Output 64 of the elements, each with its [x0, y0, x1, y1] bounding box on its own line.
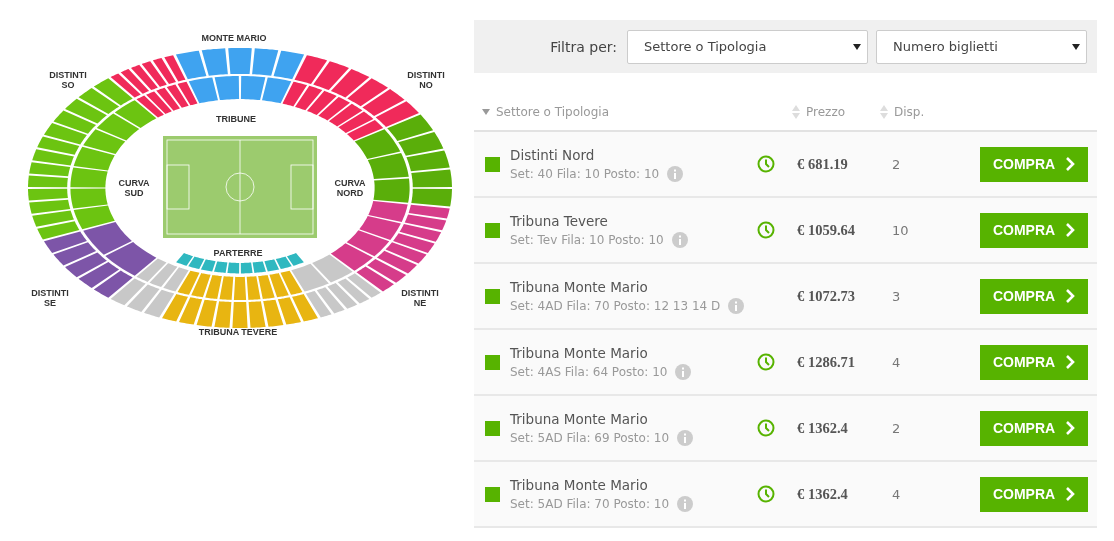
sort-icon	[880, 105, 888, 119]
zone-label: DISTINTI NO	[406, 70, 446, 90]
sector-name: Tribuna Tevere	[510, 212, 609, 229]
seat-details: Set: 40 Fila: 10 Posto: 10	[510, 166, 660, 181]
seat-details: Set: 4AD Fila: 70 Posto: 12 13 14 D	[510, 298, 721, 313]
availability-count: 4	[892, 486, 902, 502]
buy-button[interactable]: COMPRA	[980, 410, 1088, 446]
seating-section[interactable]	[110, 258, 189, 318]
chevron-right-icon	[1065, 421, 1076, 435]
filter-label: Filtra per:	[550, 38, 617, 55]
price-text: € 1362.4	[797, 419, 849, 437]
column-header[interactable]: Prezzo	[792, 105, 880, 119]
seat-details: Set: 4AS Fila: 64 Posto: 10	[510, 364, 668, 379]
sort-icon	[792, 105, 800, 119]
price-text: € 1072.73	[797, 287, 856, 305]
sector-name: Tribuna Monte Mario	[510, 476, 649, 493]
sort-down-icon	[482, 109, 490, 115]
buy-button[interactable]: COMPRA	[980, 344, 1088, 380]
availability-count: 10	[892, 222, 910, 238]
seating-section[interactable]	[44, 78, 157, 155]
zone-label: CURVA NORD	[333, 178, 367, 198]
caret-icon	[1072, 43, 1080, 50]
price-text: € 1362.4	[797, 485, 849, 503]
zone-label: MONTE MARIO	[201, 33, 267, 43]
seating-section[interactable]	[291, 254, 381, 318]
chevron-right-icon	[1065, 157, 1076, 171]
seat-details: Set: 5AD Fila: 70 Posto: 10	[510, 496, 670, 511]
caret-icon	[853, 43, 861, 50]
zone-label: TRIBUNA TEVERE	[198, 327, 278, 337]
chevron-right-icon	[1065, 487, 1076, 501]
dropdown-field[interactable]: Numero biglietti	[876, 29, 1087, 64]
zone-label: DISTINTI SE	[30, 288, 70, 308]
chevron-right-icon	[1065, 289, 1076, 303]
buy-button[interactable]: COMPRA	[980, 146, 1088, 182]
chevron-right-icon	[1065, 223, 1076, 237]
availability-count: 2	[892, 156, 902, 172]
zone-label: PARTERRE	[213, 248, 263, 258]
column-header[interactable]: Disp.	[880, 105, 925, 119]
seating-section[interactable]	[110, 55, 198, 118]
availability-count: 2	[892, 420, 902, 436]
sector-name: Tribuna Monte Mario	[510, 410, 649, 427]
sector-name: Tribuna Monte Mario	[510, 344, 649, 361]
zone-label: DISTINTI NE	[400, 288, 440, 308]
price-text: € 681.19	[797, 155, 849, 173]
sector-name: Distinti Nord	[510, 146, 596, 163]
chevron-right-icon	[1065, 355, 1076, 369]
buy-button[interactable]: COMPRA	[980, 476, 1088, 512]
zone-label: CURVA SUD	[117, 178, 151, 198]
buy-button[interactable]: COMPRA	[980, 212, 1088, 248]
seat-details: Set: Tev Fila: 10 Posto: 10	[510, 232, 664, 247]
seat-details: Set: 5AD Fila: 69 Posto: 10	[510, 430, 670, 445]
seating-section[interactable]	[28, 136, 115, 240]
seating-section[interactable]	[330, 201, 450, 292]
zone-label: DISTINTI SO	[48, 70, 88, 90]
availability-count: 4	[892, 354, 902, 370]
price-text: € 1059.64	[797, 221, 856, 239]
price-text: € 1286.71	[797, 353, 856, 371]
zone-label: TRIBUNE	[216, 114, 256, 124]
availability-count: 3	[892, 288, 902, 304]
dropdown-field[interactable]: Settore o Tipologia	[627, 29, 868, 64]
seating-section[interactable]	[175, 48, 305, 104]
sector-name: Tribuna Monte Mario	[510, 278, 649, 295]
buy-button[interactable]: COMPRA	[980, 278, 1088, 314]
column-header[interactable]: Settore o Tipologia	[474, 105, 792, 119]
